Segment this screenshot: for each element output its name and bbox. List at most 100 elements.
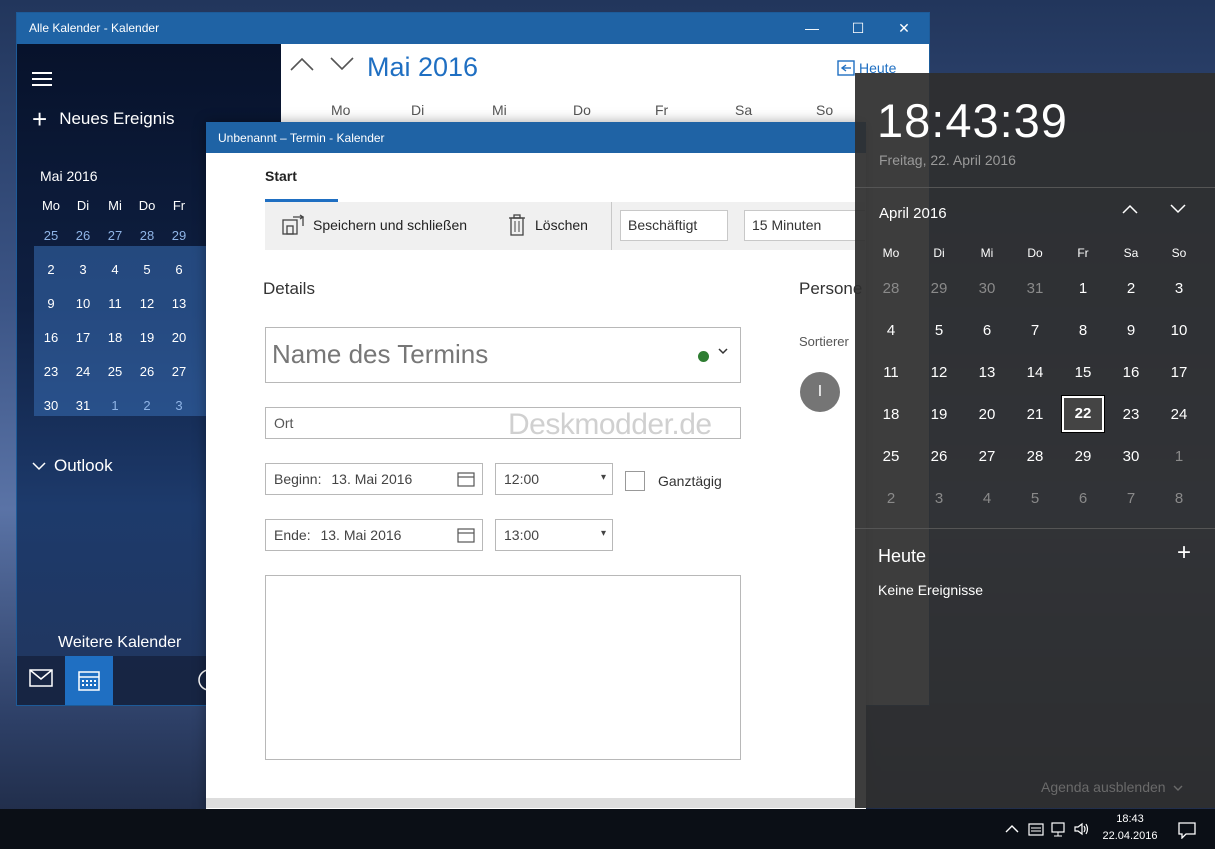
flyout-day[interactable]: 28 bbox=[867, 280, 915, 297]
previous-month-icon[interactable] bbox=[289, 56, 315, 72]
next-month-icon[interactable] bbox=[329, 56, 355, 72]
flyout-day[interactable]: 21 bbox=[1011, 406, 1059, 423]
event-notes-textarea[interactable] bbox=[265, 575, 741, 760]
flyout-day[interactable]: 8 bbox=[1155, 490, 1203, 507]
mini-day[interactable]: 1 bbox=[99, 398, 131, 413]
mini-day[interactable]: 19 bbox=[131, 330, 163, 345]
flyout-day[interactable]: 5 bbox=[1011, 490, 1059, 507]
end-date-field[interactable]: Ende: 13. Mai 2016 bbox=[265, 519, 483, 551]
flyout-day[interactable]: 4 bbox=[963, 490, 1011, 507]
mini-day[interactable]: 26 bbox=[131, 364, 163, 379]
add-event-icon[interactable]: + bbox=[1177, 539, 1191, 567]
mini-day[interactable]: 11 bbox=[99, 296, 131, 311]
start-date-field[interactable]: Beginn: 13. Mai 2016 bbox=[265, 463, 483, 495]
mini-day[interactable]: 12 bbox=[131, 296, 163, 311]
flyout-day[interactable]: 9 bbox=[1107, 322, 1155, 339]
mini-day[interactable]: 27 bbox=[163, 364, 195, 379]
mini-day[interactable]: 16 bbox=[35, 330, 67, 345]
mini-day[interactable]: 6 bbox=[163, 262, 195, 277]
flyout-day[interactable]: 7 bbox=[1011, 322, 1059, 339]
mini-day[interactable]: 10 bbox=[67, 296, 99, 311]
mini-day[interactable]: 25 bbox=[99, 364, 131, 379]
more-calendars-link[interactable]: Weitere Kalender bbox=[58, 634, 181, 652]
flyout-day[interactable]: 11 bbox=[867, 364, 915, 381]
mini-day[interactable]: 13 bbox=[163, 296, 195, 311]
end-time-select[interactable]: 13:00 ▾ bbox=[495, 519, 613, 551]
keyboard-icon[interactable] bbox=[1027, 821, 1045, 837]
mini-day[interactable]: 29 bbox=[163, 228, 195, 243]
chevron-down-icon[interactable] bbox=[718, 344, 728, 358]
show-as-select[interactable]: Beschäftigt bbox=[620, 210, 728, 241]
mini-day[interactable]: 28 bbox=[131, 228, 163, 243]
mini-day[interactable]: 9 bbox=[35, 296, 67, 311]
tray-clock-date[interactable]: 22.04.2016 bbox=[1100, 830, 1160, 842]
mini-day[interactable]: 2 bbox=[35, 262, 67, 277]
flyout-day[interactable]: 8 bbox=[1059, 322, 1107, 339]
flyout-day[interactable]: 17 bbox=[1155, 364, 1203, 381]
all-day-checkbox[interactable] bbox=[625, 471, 645, 491]
mini-day[interactable]: 17 bbox=[67, 330, 99, 345]
flyout-day[interactable]: 27 bbox=[963, 448, 1011, 465]
flyout-day[interactable]: 2 bbox=[867, 490, 915, 507]
flyout-day[interactable]: 7 bbox=[1107, 490, 1155, 507]
volume-icon[interactable] bbox=[1073, 821, 1091, 837]
flyout-day[interactable]: 31 bbox=[1011, 280, 1059, 297]
reminder-select[interactable]: 15 Minuten bbox=[744, 210, 865, 241]
mini-day[interactable]: 3 bbox=[163, 398, 195, 413]
flyout-day[interactable]: 2 bbox=[1107, 280, 1155, 297]
calendar-color-dot-icon[interactable] bbox=[698, 351, 709, 362]
avatar[interactable]: I bbox=[800, 372, 840, 412]
flyout-day[interactable]: 1 bbox=[1059, 280, 1107, 297]
mini-day[interactable]: 30 bbox=[35, 398, 67, 413]
flyout-day[interactable]: 16 bbox=[1107, 364, 1155, 381]
mini-calendar-month[interactable]: Mai 2016 bbox=[40, 168, 98, 184]
mini-day[interactable]: 18 bbox=[99, 330, 131, 345]
flyout-day[interactable]: 29 bbox=[915, 280, 963, 297]
mini-day[interactable]: 23 bbox=[35, 364, 67, 379]
tray-clock-time[interactable]: 18:43 bbox=[1106, 813, 1154, 825]
chevron-up-icon[interactable] bbox=[1003, 821, 1021, 837]
flyout-day[interactable]: 26 bbox=[915, 448, 963, 465]
flyout-day[interactable]: 30 bbox=[1107, 448, 1155, 465]
flyout-day[interactable]: 25 bbox=[867, 448, 915, 465]
mini-day[interactable]: 31 bbox=[67, 398, 99, 413]
mini-day[interactable]: 25 bbox=[35, 228, 67, 243]
minimize-button[interactable]: — bbox=[789, 13, 835, 44]
flyout-day[interactable]: 6 bbox=[963, 322, 1011, 339]
mini-day[interactable]: 27 bbox=[99, 228, 131, 243]
flyout-day[interactable]: 4 bbox=[867, 322, 915, 339]
flyout-day[interactable]: 19 bbox=[915, 406, 963, 423]
long-date[interactable]: Freitag, 22. April 2016 bbox=[879, 152, 1016, 168]
mini-day[interactable]: 2 bbox=[131, 398, 163, 413]
mail-icon[interactable] bbox=[29, 669, 53, 687]
flyout-day[interactable]: 12 bbox=[915, 364, 963, 381]
hamburger-menu-icon[interactable] bbox=[32, 72, 52, 86]
mini-day[interactable]: 20 bbox=[163, 330, 195, 345]
delete-button[interactable]: Löschen bbox=[507, 214, 588, 236]
flyout-day[interactable]: 18 bbox=[867, 406, 915, 423]
next-month-icon[interactable] bbox=[1169, 203, 1187, 215]
horizontal-scrollbar[interactable] bbox=[206, 798, 856, 808]
action-center-icon[interactable] bbox=[1177, 821, 1197, 839]
maximize-button[interactable]: ☐ bbox=[835, 13, 881, 44]
flyout-day[interactable]: 1 bbox=[1155, 448, 1203, 465]
flyout-day[interactable]: 3 bbox=[915, 490, 963, 507]
flyout-day-today[interactable]: 22 bbox=[1061, 395, 1105, 433]
month-title[interactable]: Mai 2016 bbox=[367, 52, 478, 83]
flyout-day[interactable]: 23 bbox=[1107, 406, 1155, 423]
flyout-day[interactable]: 6 bbox=[1059, 490, 1107, 507]
close-button[interactable]: ✕ bbox=[881, 13, 927, 44]
mini-day[interactable]: 4 bbox=[99, 262, 131, 277]
outlook-account-toggle[interactable]: Outlook bbox=[32, 456, 113, 476]
flyout-day[interactable]: 29 bbox=[1059, 448, 1107, 465]
flyout-day[interactable]: 5 bbox=[915, 322, 963, 339]
flyout-day[interactable]: 10 bbox=[1155, 322, 1203, 339]
flyout-day[interactable]: 24 bbox=[1155, 406, 1203, 423]
sort-people-link[interactable]: Sortierer bbox=[799, 334, 849, 349]
calendar-app-button[interactable] bbox=[65, 656, 113, 705]
flyout-day[interactable]: 28 bbox=[1011, 448, 1059, 465]
event-name-field[interactable]: Name des Termins bbox=[265, 327, 741, 383]
flyout-month-title[interactable]: April 2016 bbox=[879, 205, 947, 222]
flyout-day[interactable]: 15 bbox=[1059, 364, 1107, 381]
mini-day[interactable]: 24 bbox=[67, 364, 99, 379]
